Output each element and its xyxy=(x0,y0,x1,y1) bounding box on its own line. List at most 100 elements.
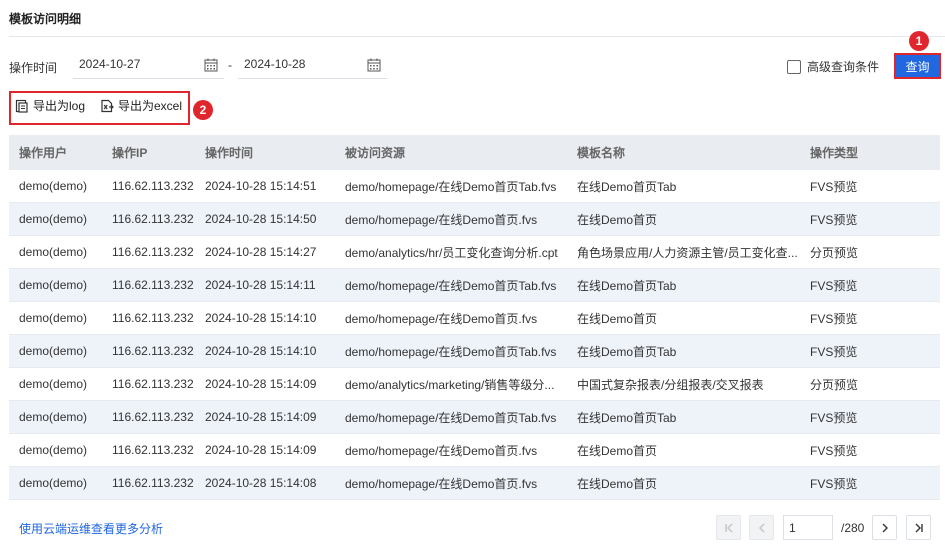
table-row[interactable]: demo(demo) 116.62.113.232 2024-10-28 15:14… xyxy=(9,401,940,434)
prev-page-icon xyxy=(758,523,764,532)
page-title: 模板访问明细 xyxy=(9,12,82,26)
page-number-input[interactable]: 1 xyxy=(783,515,833,540)
table-row[interactable]: demo(demo) 116.62.113.232 2024-10-28 15:14… xyxy=(9,368,940,401)
cell-ip: 116.62.113.232 xyxy=(112,443,194,457)
cell-user: demo(demo) xyxy=(19,179,88,193)
cell-time: 2024-10-28 15:14:09 xyxy=(205,410,317,424)
cell-template: 在线Demo首页Tab xyxy=(577,410,677,425)
export-excel-icon xyxy=(101,99,114,112)
last-page-icon xyxy=(915,523,923,532)
cell-ip: 116.62.113.232 xyxy=(112,377,194,391)
cell-type: 分页预览 xyxy=(810,377,859,392)
calendar-icon[interactable] xyxy=(367,58,381,72)
cell-time: 2024-10-28 15:14:10 xyxy=(205,311,317,325)
advanced-query-toggle[interactable]: 高级查询条件 xyxy=(787,58,879,75)
cell-type: FVS预览 xyxy=(810,410,858,425)
table-row[interactable]: demo(demo) 116.62.113.232 2024-10-28 15:14… xyxy=(9,434,940,467)
cell-resource: demo/homepage/在线Demo首页.fvs xyxy=(345,212,538,227)
cell-time: 2024-10-28 15:14:08 xyxy=(205,476,317,490)
cell-type: FVS预览 xyxy=(810,212,858,227)
export-log-icon xyxy=(15,99,28,113)
cell-resource: demo/homepage/在线Demo首页Tab.fvs xyxy=(345,278,557,293)
cell-user: demo(demo) xyxy=(19,443,88,457)
cell-template: 在线Demo首页Tab xyxy=(577,179,677,194)
cell-user: demo(demo) xyxy=(19,476,88,490)
cell-ip: 116.62.113.232 xyxy=(112,311,194,325)
cell-ip: 116.62.113.232 xyxy=(112,212,194,226)
cell-template: 角色场景应用/人力资源主管/员工变化查... xyxy=(577,245,798,260)
next-page-button[interactable] xyxy=(872,515,897,540)
title-divider xyxy=(9,36,945,37)
cell-user: demo(demo) xyxy=(19,410,88,424)
cell-resource: demo/homepage/在线Demo首页.fvs xyxy=(345,311,538,326)
cell-time: 2024-10-28 15:14:11 xyxy=(205,278,316,292)
table-row[interactable]: demo(demo) 116.62.113.232 2024-10-28 15:14… xyxy=(9,236,940,269)
export-excel-label: 导出为excel xyxy=(118,99,183,113)
end-date-input[interactable]: 2024-10-28 xyxy=(238,52,387,79)
date-separator: - xyxy=(228,58,232,72)
export-log-label: 导出为log xyxy=(33,99,86,113)
cell-template: 在线Demo首页 xyxy=(577,212,658,227)
table-header: 操作用户 操作IP 操作时间 被访问资源 模板名称 操作类型 xyxy=(9,135,940,170)
last-page-button[interactable] xyxy=(906,515,931,540)
cell-time: 2024-10-28 15:14:09 xyxy=(205,443,317,457)
cell-resource: demo/homepage/在线Demo首页.fvs xyxy=(345,443,538,458)
cell-template: 中国式复杂报表/分组报表/交叉报表 xyxy=(577,377,764,392)
cell-ip: 116.62.113.232 xyxy=(112,410,194,424)
cell-type: FVS预览 xyxy=(810,278,858,293)
cell-resource: demo/homepage/在线Demo首页.fvs xyxy=(345,476,538,491)
cell-user: demo(demo) xyxy=(19,377,88,391)
export-excel-button[interactable]: 导出为excel xyxy=(100,97,182,114)
cell-type: FVS预览 xyxy=(810,179,858,194)
table-row[interactable]: demo(demo) 116.62.113.232 2024-10-28 15:14… xyxy=(9,269,940,302)
cell-resource: demo/homepage/在线Demo首页Tab.fvs xyxy=(345,179,557,194)
first-page-icon xyxy=(724,523,732,532)
cell-user: demo(demo) xyxy=(19,344,88,358)
cell-time: 2024-10-28 15:14:51 xyxy=(205,179,317,193)
column-header-ip[interactable]: 操作IP xyxy=(112,144,202,161)
step-badge-1: 1 xyxy=(909,31,929,51)
cell-ip: 116.62.113.232 xyxy=(112,344,194,358)
next-page-icon xyxy=(882,523,888,532)
column-header-type[interactable]: 操作类型 xyxy=(810,144,930,161)
table-row[interactable]: demo(demo) 116.62.113.232 2024-10-28 15:14… xyxy=(9,302,940,335)
advanced-query-label: 高级查询条件 xyxy=(807,60,880,74)
cloud-ops-link[interactable]: 使用云端运维查看更多分析 xyxy=(19,520,163,537)
start-date-input[interactable]: 2024-10-27 xyxy=(73,52,224,79)
first-page-button[interactable] xyxy=(716,515,741,540)
column-header-template[interactable]: 模板名称 xyxy=(577,144,802,161)
cell-resource: demo/homepage/在线Demo首页Tab.fvs xyxy=(345,344,557,359)
cell-type: FVS预览 xyxy=(810,443,858,458)
cell-type: FVS预览 xyxy=(810,476,858,491)
cell-type: FVS预览 xyxy=(810,344,858,359)
end-date-value: 2024-10-28 xyxy=(244,57,306,71)
cell-time: 2024-10-28 15:14:09 xyxy=(205,377,317,391)
cell-ip: 116.62.113.232 xyxy=(112,278,194,292)
cell-ip: 116.62.113.232 xyxy=(112,245,194,259)
cell-ip: 116.62.113.232 xyxy=(112,476,194,490)
column-header-user[interactable]: 操作用户 xyxy=(19,144,109,161)
cell-resource: demo/analytics/hr/员工变化查询分析.cpt xyxy=(345,245,558,260)
table-row[interactable]: demo(demo) 116.62.113.232 2024-10-28 15:14… xyxy=(9,467,940,500)
export-log-button[interactable]: 导出为log xyxy=(15,97,85,114)
table-row[interactable]: demo(demo) 116.62.113.232 2024-10-28 15:14… xyxy=(9,335,940,368)
column-header-time[interactable]: 操作时间 xyxy=(205,144,340,161)
prev-page-button[interactable] xyxy=(749,515,774,540)
operation-time-label: 操作时间 xyxy=(9,61,58,75)
cell-time: 2024-10-28 15:14:50 xyxy=(205,212,317,226)
step-badge-2: 2 xyxy=(193,100,213,120)
advanced-query-checkbox[interactable] xyxy=(787,59,801,74)
cell-user: demo(demo) xyxy=(19,311,88,325)
column-header-resource[interactable]: 被访问资源 xyxy=(345,144,567,161)
cell-type: FVS预览 xyxy=(810,311,858,326)
total-pages: /280 xyxy=(841,521,865,535)
table-row[interactable]: demo(demo) 116.62.113.232 2024-10-28 15:14… xyxy=(9,203,940,236)
query-button[interactable]: 查询 xyxy=(894,53,941,79)
calendar-icon[interactable] xyxy=(204,58,218,72)
start-date-value: 2024-10-27 xyxy=(79,57,141,71)
table-row[interactable]: demo(demo) 116.62.113.232 2024-10-28 15:14… xyxy=(9,170,940,203)
cell-time: 2024-10-28 15:14:10 xyxy=(205,344,317,358)
cell-template: 在线Demo首页 xyxy=(577,476,658,491)
cell-user: demo(demo) xyxy=(19,278,88,292)
table-body: demo(demo) 116.62.113.232 2024-10-28 15:14… xyxy=(9,170,940,500)
